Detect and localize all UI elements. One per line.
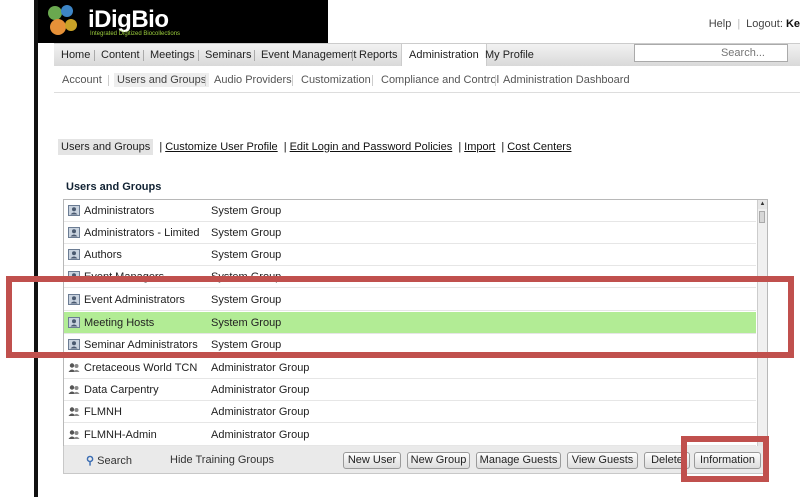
nav-divider xyxy=(198,50,199,61)
list-item[interactable]: Data Carpentry Administrator Group xyxy=(64,379,756,401)
nav-meetings[interactable]: Meetings xyxy=(150,44,195,66)
subnav-divider xyxy=(205,75,206,86)
admin-group-icon xyxy=(68,363,80,372)
brand-tagline: Integrated Digitized Biocollections xyxy=(90,31,181,37)
new-user-button[interactable]: New User xyxy=(343,452,401,469)
subnav-account[interactable]: Account xyxy=(62,74,102,86)
section-tabs: Users and Groups | Customize User Profile… xyxy=(58,139,571,155)
group-type: Administrator Group xyxy=(211,429,310,441)
list-item[interactable]: Administrators - Limited System Group xyxy=(64,222,756,244)
system-group-icon xyxy=(68,249,80,260)
tab-users-and-groups[interactable]: Users and Groups xyxy=(58,139,154,155)
group-type: Administrator Group xyxy=(211,384,310,396)
top-links: Help | Logout: Ke xyxy=(708,18,800,30)
tab-cost-centers[interactable]: Cost Centers xyxy=(507,141,571,153)
nav-content[interactable]: Content xyxy=(101,44,140,66)
group-name: Cretaceous World TCN xyxy=(84,362,198,374)
group-type: Administrator Group xyxy=(211,406,310,418)
view-guests-button[interactable]: View Guests xyxy=(567,452,638,469)
nav-my-profile[interactable]: My Profile xyxy=(485,44,534,66)
system-group-icon xyxy=(68,227,80,238)
nav-divider xyxy=(254,50,255,61)
admin-group-icon xyxy=(68,385,80,394)
group-name: Administrators - Limited xyxy=(84,227,200,239)
group-type: System Group xyxy=(211,227,282,239)
nav-administration[interactable]: Administration xyxy=(401,44,487,66)
group-type: System Group xyxy=(211,205,282,217)
window-left-margin xyxy=(0,0,38,497)
list-item[interactable]: Cretaceous World TCN Administrator Group xyxy=(64,357,756,379)
list-item[interactable]: FLMNH-Admin Administrator Group xyxy=(64,424,756,446)
tab-import[interactable]: Import xyxy=(464,141,495,153)
nav-divider xyxy=(352,50,353,61)
idigbio-logo-icon xyxy=(48,5,77,35)
group-type: Administrator Group xyxy=(211,362,310,374)
brand-logo[interactable]: iDigBio Integrated Digitized Biocollecti… xyxy=(38,0,328,43)
subnav-compliance-and-control[interactable]: Compliance and Control xyxy=(381,74,499,86)
subnav-divider xyxy=(372,75,373,86)
search-icon: ⚲ xyxy=(86,455,95,467)
admin-group-icon xyxy=(68,407,80,416)
tab-edit-login-password-policies[interactable]: Edit Login and Password Policies xyxy=(290,141,453,153)
system-group-icon xyxy=(68,205,80,216)
list-item[interactable]: Administrators System Group xyxy=(64,200,756,222)
nav-reports[interactable]: Reports xyxy=(359,44,398,66)
subnav-divider xyxy=(108,75,109,86)
group-name: Data Carpentry xyxy=(84,384,159,396)
admin-group-icon xyxy=(68,430,80,439)
tab-customize-user-profile[interactable]: Customize User Profile xyxy=(165,141,277,153)
hide-training-groups-link[interactable]: Hide Training Groups xyxy=(170,454,274,466)
group-type: System Group xyxy=(211,249,282,261)
nav-home[interactable]: Home xyxy=(61,44,90,66)
nav-divider xyxy=(143,50,144,61)
subnav-users-and-groups[interactable]: Users and Groups xyxy=(114,73,210,87)
nav-divider xyxy=(94,50,95,61)
highlight-box-information xyxy=(681,436,769,482)
sub-nav: Account Users and Groups Audio Providers… xyxy=(54,66,800,93)
brand-name: iDigBio xyxy=(88,6,169,33)
scroll-thumb[interactable] xyxy=(759,211,765,223)
list-footer: ⚲ Search Hide Training Groups New User N… xyxy=(63,446,766,474)
nav-event-management[interactable]: Event Management xyxy=(261,44,356,66)
search-input[interactable] xyxy=(635,45,787,61)
group-name: FLMNH xyxy=(84,406,122,418)
group-name: Authors xyxy=(84,249,122,261)
scroll-up-arrow-icon[interactable]: ▲ xyxy=(758,200,767,209)
group-name: Administrators xyxy=(84,205,155,217)
nav-seminars[interactable]: Seminars xyxy=(205,44,251,66)
highlight-box-rows xyxy=(6,276,794,358)
search-link[interactable]: ⚲ Search xyxy=(86,454,132,467)
search-field[interactable] xyxy=(634,44,788,62)
list-title: Users and Groups xyxy=(66,181,162,193)
current-user: Ke xyxy=(785,18,800,30)
new-group-button[interactable]: New Group xyxy=(407,452,470,469)
window-left-edge xyxy=(34,0,38,497)
list-item[interactable]: Authors System Group xyxy=(64,244,756,266)
help-link[interactable]: Help xyxy=(709,18,732,30)
logout-link[interactable]: Logout: xyxy=(746,18,783,30)
manage-guests-button[interactable]: Manage Guests xyxy=(476,452,561,469)
group-name: FLMNH-Admin xyxy=(84,429,157,441)
subnav-customization[interactable]: Customization xyxy=(301,74,371,86)
subnav-divider xyxy=(292,75,293,86)
subnav-divider xyxy=(495,75,496,86)
subnav-administration-dashboard[interactable]: Administration Dashboard xyxy=(503,74,630,86)
list-item[interactable]: FLMNH Administrator Group xyxy=(64,401,756,423)
subnav-audio-providers[interactable]: Audio Providers xyxy=(214,74,292,86)
